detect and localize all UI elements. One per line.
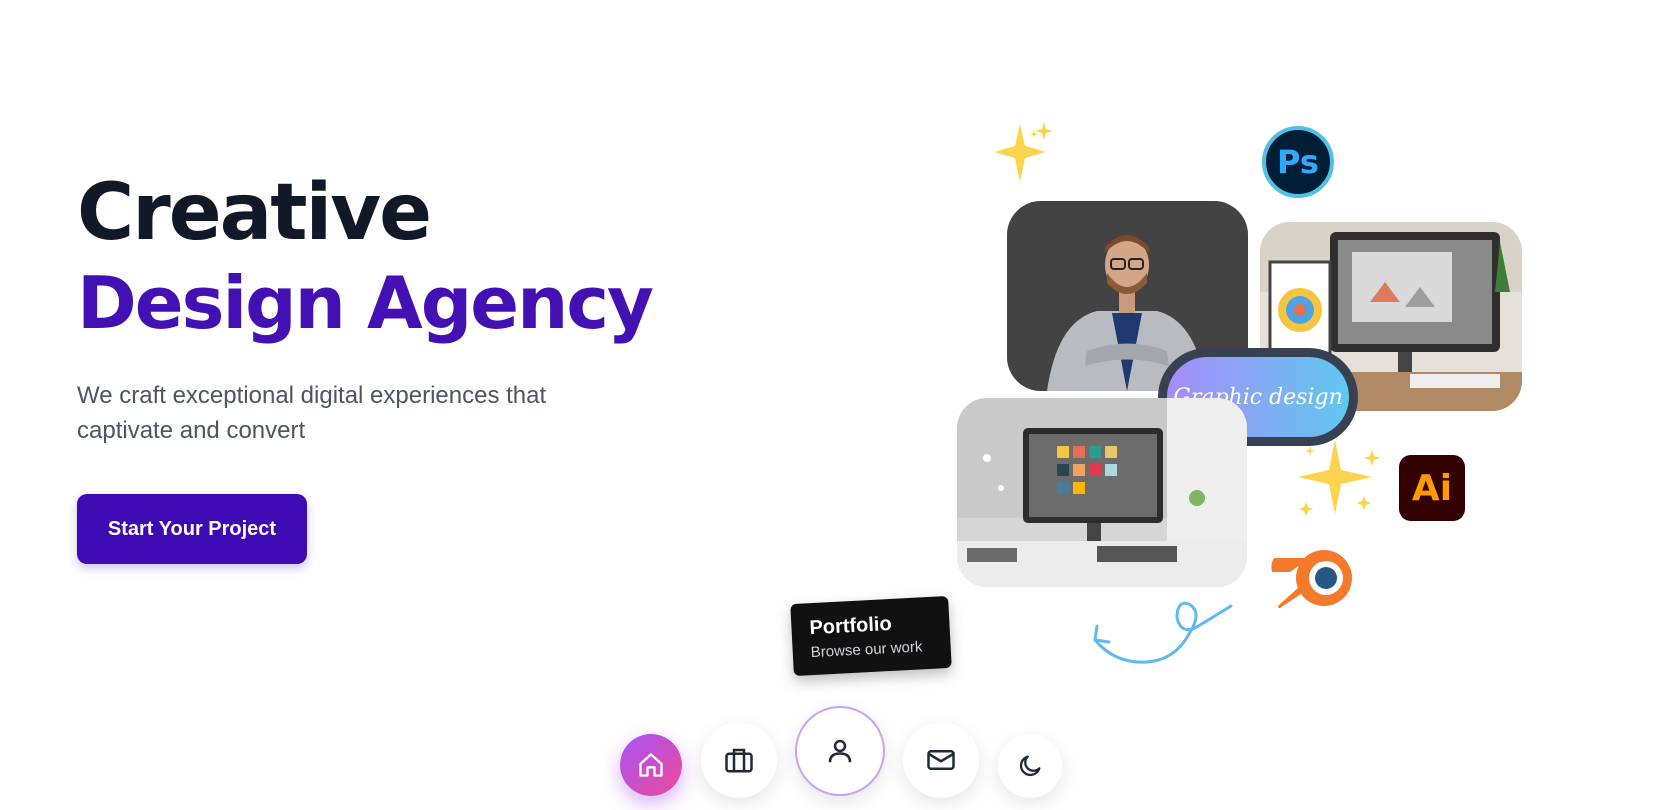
dock-profile-button[interactable] — [795, 706, 885, 796]
curved-arrow-icon — [1093, 601, 1233, 664]
moon-icon — [1019, 755, 1041, 777]
portfolio-card-title: Portfolio — [808, 612, 893, 640]
creative-desk-image — [957, 398, 1247, 587]
hero-title-line1: Creative — [77, 168, 432, 258]
illustrator-badge-label: Ai — [1411, 467, 1453, 509]
dock-briefcase-button[interactable] — [701, 722, 777, 798]
portfolio-card-subtitle: Browse our work — [810, 638, 923, 662]
dock-theme-toggle-button[interactable] — [998, 734, 1062, 798]
briefcase-icon — [725, 748, 753, 773]
illustrator-badge: Ai — [1399, 455, 1465, 521]
user-icon — [828, 739, 852, 763]
sparkle-cluster-icon — [1298, 440, 1380, 516]
blender-logo-icon — [1271, 550, 1352, 608]
dock-home-button[interactable] — [620, 734, 682, 796]
photoshop-badge-label: Ps — [1277, 143, 1319, 181]
hero-section: Creative Design Agency We craft exceptio… — [77, 168, 717, 564]
dock-mail-button[interactable] — [903, 722, 979, 798]
portfolio-card[interactable]: Portfolio Browse our work — [790, 595, 952, 677]
hero-subtitle: We craft exceptional digital experiences… — [77, 382, 547, 444]
home-icon — [639, 753, 663, 777]
hero-title: Creative Design Agency — [77, 168, 717, 348]
start-project-button[interactable]: Start Your Project — [77, 494, 307, 564]
mail-icon — [927, 750, 955, 770]
hero-title-line2: Design Agency — [77, 261, 654, 345]
photoshop-badge: Ps — [1262, 126, 1334, 198]
sparkle-icon — [994, 122, 1053, 182]
